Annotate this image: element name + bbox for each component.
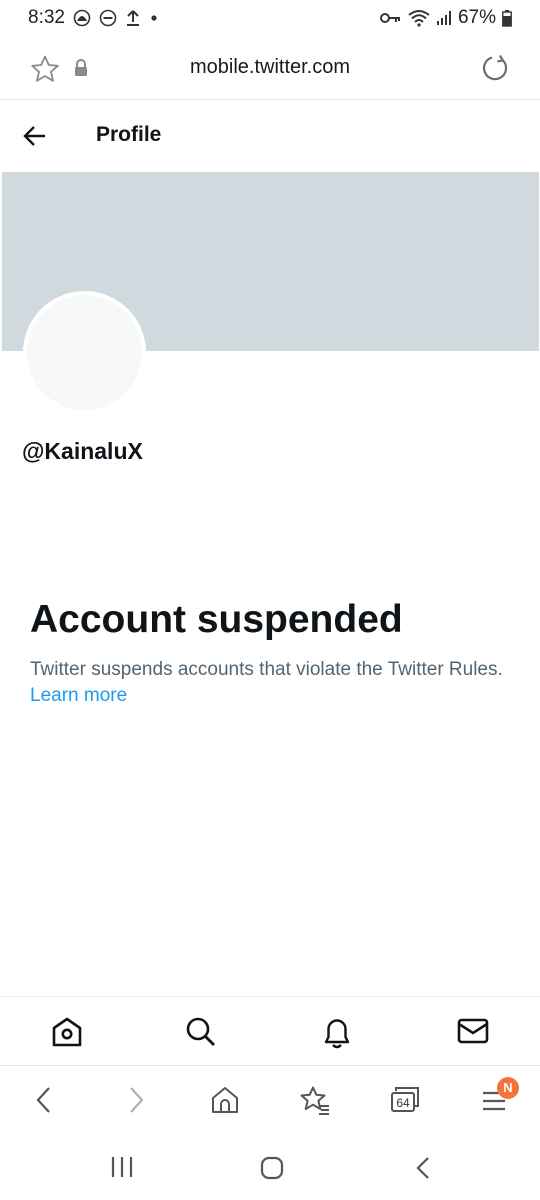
wifi-icon bbox=[408, 9, 430, 27]
battery-percent: 67% bbox=[457, 7, 496, 28]
browser-forward-icon[interactable] bbox=[126, 1085, 146, 1120]
home-button-icon[interactable] bbox=[259, 1155, 285, 1186]
upload-icon bbox=[125, 9, 141, 27]
signal-icon bbox=[436, 10, 452, 26]
back-arrow-icon[interactable] bbox=[22, 123, 48, 154]
dot-icon bbox=[149, 13, 159, 23]
menu-badge: N bbox=[497, 1077, 519, 1099]
suspension-message-text: Twitter suspends accounts that violate t… bbox=[30, 659, 503, 680]
mail-icon[interactable] bbox=[456, 1016, 490, 1051]
profile-handle: @KainaluX bbox=[22, 438, 143, 464]
suspension-message: Twitter suspends accounts that violate t… bbox=[30, 657, 510, 709]
browser-home-icon[interactable] bbox=[210, 1085, 240, 1120]
key-icon bbox=[379, 11, 402, 25]
bell-icon[interactable] bbox=[321, 1016, 353, 1055]
recent-apps-icon[interactable] bbox=[110, 1155, 134, 1184]
browser-back-icon[interactable] bbox=[34, 1085, 54, 1120]
page-title: Profile bbox=[96, 123, 162, 146]
avatar bbox=[23, 291, 146, 414]
app-notification-icon bbox=[73, 9, 91, 27]
menu-icon[interactable]: N bbox=[481, 1077, 519, 1118]
status-bar: 8:32 67% bbox=[0, 0, 540, 36]
tabs-icon[interactable]: 64 bbox=[390, 1085, 420, 1120]
android-nav-bar bbox=[0, 1137, 540, 1200]
status-time: 8:32 bbox=[28, 7, 65, 28]
url-field[interactable]: mobile.twitter.com bbox=[0, 56, 540, 79]
suspension-title: Account suspended bbox=[30, 598, 403, 641]
do-not-disturb-icon bbox=[99, 9, 117, 27]
twitter-bottom-nav bbox=[0, 996, 540, 1066]
search-icon[interactable] bbox=[185, 1016, 217, 1053]
battery-icon bbox=[502, 9, 512, 27]
browser-url-bar: mobile.twitter.com bbox=[0, 36, 540, 100]
profile-header: Profile bbox=[0, 101, 540, 171]
tabs-count: 64 bbox=[396, 1096, 410, 1110]
browser-toolbar: 64 N bbox=[0, 1067, 540, 1137]
reload-icon[interactable] bbox=[480, 53, 510, 88]
learn-more-link[interactable]: Learn more bbox=[30, 685, 127, 706]
system-back-icon[interactable] bbox=[414, 1155, 432, 1186]
home-icon[interactable] bbox=[50, 1016, 84, 1053]
bookmarks-icon[interactable] bbox=[299, 1085, 331, 1120]
